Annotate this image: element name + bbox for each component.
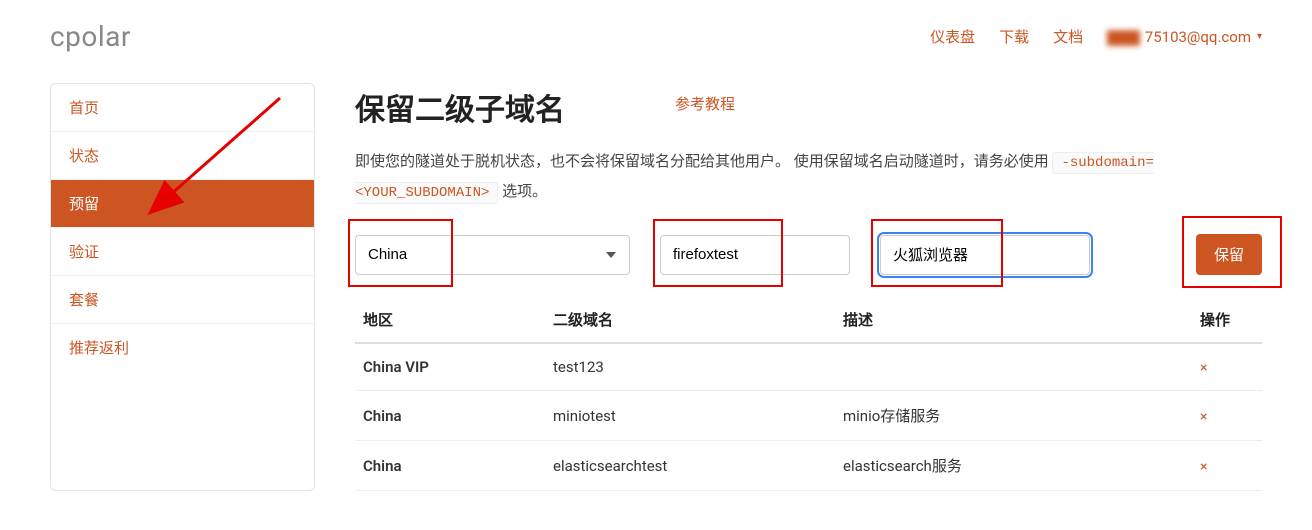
header: cpolar 仪表盘 下载 文档 ▇▇▇ 75103@qq.com ▾ bbox=[50, 0, 1262, 83]
subdomain-input-wrap bbox=[660, 235, 850, 275]
table-row: China VIP test123 × bbox=[355, 343, 1262, 391]
sidebar-item-plan[interactable]: 套餐 bbox=[51, 276, 314, 324]
description-text: 即使您的隧道处于脱机状态，也不会将保留域名分配给其他用户。 使用保留域名启动隧道… bbox=[355, 147, 1262, 206]
table-row: China elasticsearchtest elasticsearch服务 … bbox=[355, 441, 1262, 491]
tutorial-link[interactable]: 参考教程 bbox=[675, 93, 735, 114]
nav-user-dropdown[interactable]: ▇▇▇ 75103@qq.com ▾ bbox=[1107, 28, 1262, 46]
desc-suffix: 选项。 bbox=[498, 182, 547, 200]
th-region: 地区 bbox=[355, 297, 545, 343]
form-row: China 保留 bbox=[355, 234, 1262, 275]
sidebar: 首页 状态 预留 验证 套餐 推荐返利 bbox=[50, 83, 315, 491]
th-action: 操作 bbox=[1192, 297, 1262, 343]
cell-region: China bbox=[355, 391, 545, 441]
description-input[interactable] bbox=[880, 235, 1090, 275]
chevron-down-icon: ▾ bbox=[1257, 31, 1262, 42]
cell-desc bbox=[835, 343, 1192, 391]
sidebar-item-auth[interactable]: 验证 bbox=[51, 228, 314, 276]
top-nav: 仪表盘 下载 文档 ▇▇▇ 75103@qq.com ▾ bbox=[930, 26, 1262, 47]
page-title: 保留二级子域名 bbox=[355, 85, 565, 129]
region-select-wrap: China bbox=[355, 235, 630, 275]
delete-icon[interactable]: × bbox=[1200, 360, 1207, 376]
nav-download[interactable]: 下载 bbox=[999, 26, 1029, 47]
th-subdomain: 二级域名 bbox=[545, 297, 835, 343]
cell-region: China VIP bbox=[355, 343, 545, 391]
nav-dashboard[interactable]: 仪表盘 bbox=[930, 26, 975, 47]
main-content: 保留二级子域名 参考教程 即使您的隧道处于脱机状态，也不会将保留域名分配给其他用… bbox=[355, 83, 1262, 491]
nav-docs[interactable]: 文档 bbox=[1053, 26, 1083, 47]
sidebar-item-reserved[interactable]: 预留 bbox=[51, 180, 314, 228]
cell-desc: elasticsearch服务 bbox=[835, 441, 1192, 491]
delete-icon[interactable]: × bbox=[1200, 459, 1207, 475]
reserved-table: 地区 二级域名 描述 操作 China VIP test123 × China bbox=[355, 297, 1262, 491]
sidebar-item-home[interactable]: 首页 bbox=[51, 84, 314, 132]
logo: cpolar bbox=[50, 20, 131, 53]
sidebar-item-referral[interactable]: 推荐返利 bbox=[51, 324, 314, 371]
desc-prefix: 即使您的隧道处于脱机状态，也不会将保留域名分配给其他用户。 使用保留域名启动隧道… bbox=[355, 152, 1052, 170]
user-email-visible: 75103@qq.com bbox=[1145, 28, 1251, 46]
delete-icon[interactable]: × bbox=[1200, 409, 1207, 425]
cell-region: China bbox=[355, 441, 545, 491]
save-button-wrap: 保留 bbox=[1196, 234, 1262, 275]
region-select[interactable]: China bbox=[355, 235, 630, 275]
subdomain-input[interactable] bbox=[660, 235, 850, 275]
desc-input-wrap bbox=[880, 235, 1090, 275]
user-blurred-part: ▇▇▇ bbox=[1107, 28, 1139, 46]
table-row: China miniotest minio存储服务 × bbox=[355, 391, 1262, 441]
sidebar-item-status[interactable]: 状态 bbox=[51, 132, 314, 180]
th-desc: 描述 bbox=[835, 297, 1192, 343]
cell-desc: minio存储服务 bbox=[835, 391, 1192, 441]
cell-subdomain: miniotest bbox=[545, 391, 835, 441]
cell-subdomain: elasticsearchtest bbox=[545, 441, 835, 491]
save-button[interactable]: 保留 bbox=[1196, 234, 1262, 275]
cell-subdomain: test123 bbox=[545, 343, 835, 391]
